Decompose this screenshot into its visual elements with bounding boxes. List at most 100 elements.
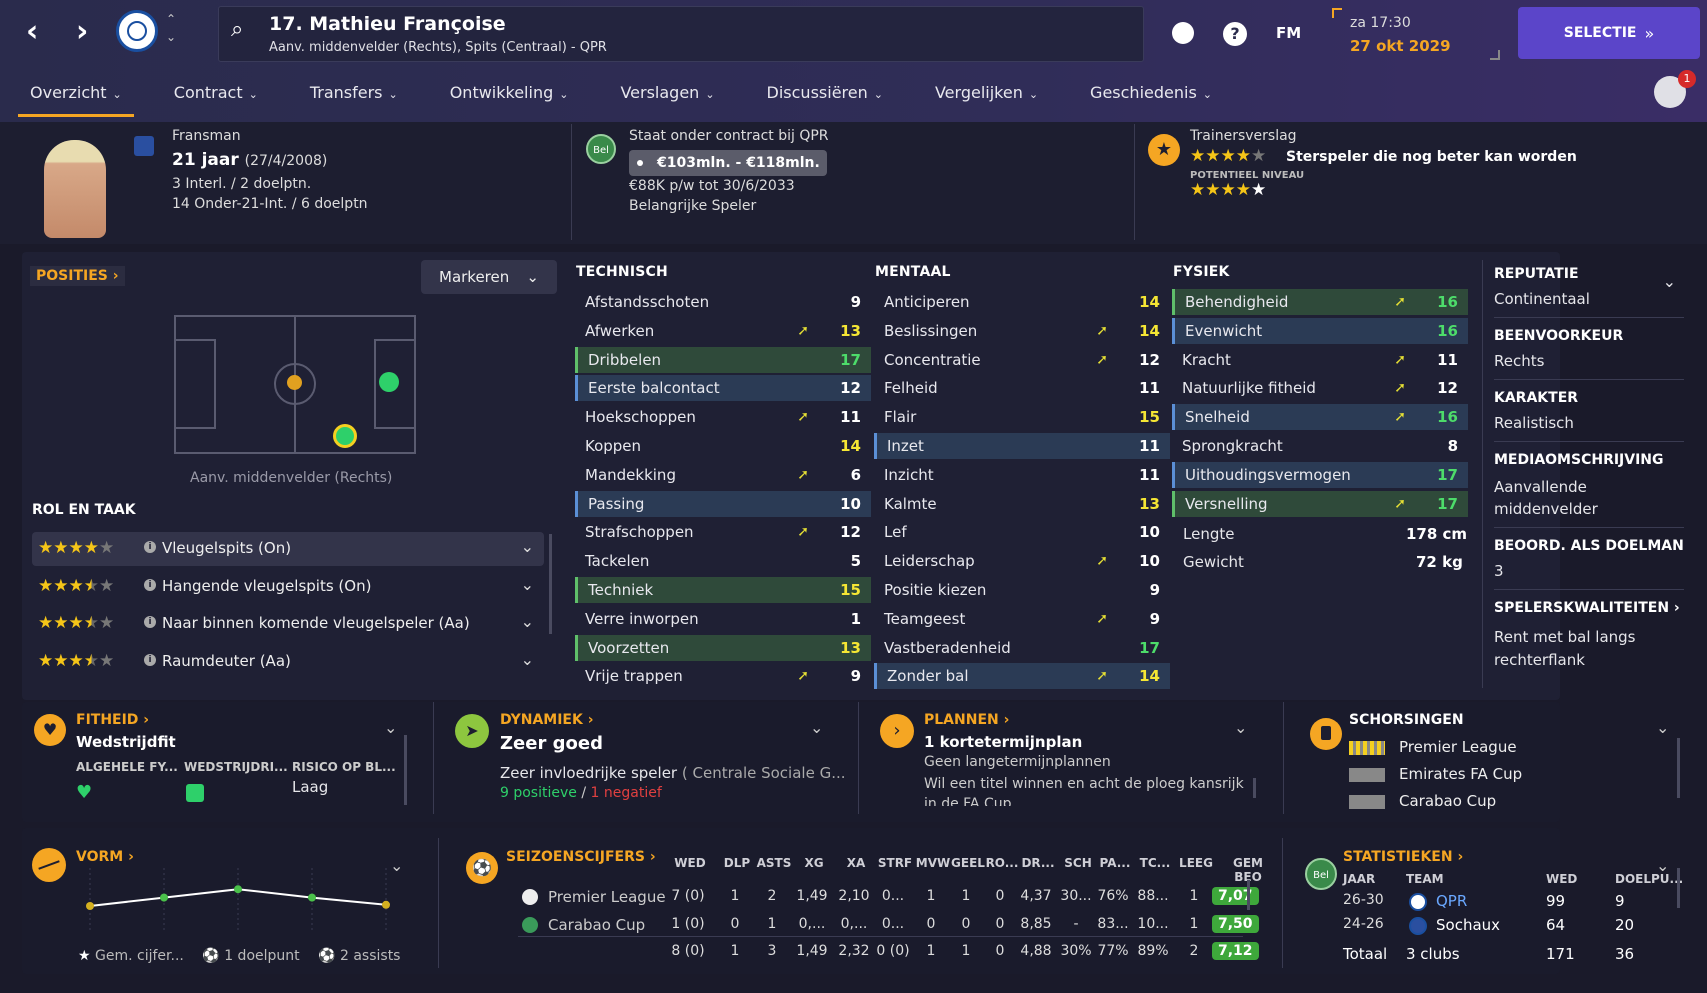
career-team[interactable]: QPR (1436, 892, 1467, 910)
globe-icon[interactable] (1172, 22, 1194, 44)
form-header[interactable]: VORM › (76, 849, 134, 865)
tab-geschiedenis[interactable]: Geschiedenis ⌄ (1078, 80, 1224, 117)
scrollbar[interactable] (1677, 738, 1680, 798)
potential-ability-stars: ★★★★★ (1190, 180, 1267, 200)
selection-label: SELECTIE (1563, 25, 1637, 41)
role-row[interactable]: ★★★★★ i Hangende vleugelspits (On) ⌄ (32, 570, 544, 604)
chevron-down-icon[interactable]: ⌄ (521, 612, 534, 631)
attribute-value: 12 (840, 523, 861, 542)
season-header[interactable]: SEIZOENSCIJFERS › (506, 849, 656, 865)
role-name: Naar binnen komende vleugelspeler (Aa) (162, 614, 470, 632)
fm-logo[interactable]: FM (1276, 24, 1301, 42)
tab-contract[interactable]: Contract ⌄ (162, 80, 270, 117)
forward-icon[interactable]: › (76, 14, 88, 49)
form-point[interactable] (86, 902, 94, 910)
attribute-value: 9 (850, 667, 861, 686)
star-icon: ★ (78, 948, 91, 964)
season-total-cell: 8 (0) (671, 943, 705, 959)
info-icon[interactable]: i (144, 541, 156, 553)
pitch-diagram (174, 315, 416, 454)
position-dot-amr[interactable] (333, 424, 357, 448)
role-row[interactable]: ★★★★★ i Vleugelspits (On) ⌄ (32, 532, 544, 566)
tab-discussieren[interactable]: Discussiëren ⌄ (755, 80, 895, 117)
attribute-name: Versnelling (1185, 494, 1268, 513)
condition-heart-icon: ♥ (76, 782, 93, 803)
plans-header[interactable]: PLANNEN › (924, 712, 1009, 728)
info-icon[interactable]: i (144, 653, 156, 666)
chevron-down-icon: ⌄ (1202, 88, 1212, 101)
info-icon[interactable]: i (144, 578, 156, 591)
tab-transfers[interactable]: Transfers ⌄ (298, 80, 410, 117)
trend-up-icon: ➚ (1394, 495, 1406, 512)
position-dot-am[interactable] (287, 375, 302, 390)
chevron-down-icon: ⌄ (1028, 88, 1039, 101)
position-dot-st[interactable] (379, 372, 399, 392)
form-point[interactable] (308, 893, 316, 902)
season-col-header: MVW (915, 856, 951, 870)
role-row[interactable]: ★★★★★ i Naar binnen komende vleugelspeler … (32, 607, 544, 641)
selection-button[interactable]: SELECTIE » (1518, 7, 1700, 59)
attribute-value: 15 (1139, 408, 1160, 427)
career-team[interactable]: Sochaux (1436, 916, 1500, 934)
info-icon[interactable]: i (144, 616, 156, 628)
notification-badge: 1 (1678, 70, 1696, 88)
tab-vergelijken[interactable]: Vergelijken ⌄ (923, 80, 1050, 117)
scrollbar[interactable] (404, 735, 407, 805)
season-col-header: XG (804, 856, 824, 870)
stats-badge: Bel (1305, 858, 1337, 890)
chevron-down-icon[interactable]: ⌄ (384, 718, 397, 737)
total-rating-pill: 7,12 (1212, 942, 1259, 960)
chevron-down-icon[interactable]: ⌄ (521, 650, 534, 669)
tab-bar: Overzicht ⌄ Contract ⌄ Transfers ⌄ Ontwikke… (18, 80, 1252, 117)
fitness-header[interactable]: FITHEID › (76, 712, 149, 728)
tab-verslagen[interactable]: Verslagen ⌄ (608, 80, 726, 117)
role-row[interactable]: ★★★★★ i Raumdeuter (Aa) ⌄ (32, 645, 544, 679)
scrollbar[interactable] (1247, 880, 1250, 910)
scrollbar[interactable] (549, 534, 552, 634)
contract-status: Staat onder contract bij QPR (629, 128, 829, 144)
search-icon[interactable]: ⌕ (231, 17, 243, 42)
weight-label: Gewicht (1183, 553, 1244, 571)
form-point[interactable] (234, 885, 242, 894)
attribute-name: Uithoudingsvermogen (1185, 465, 1351, 484)
chevron-down-icon[interactable]: ⌄ (521, 537, 534, 556)
attribute-name: Tackelen (585, 552, 650, 571)
back-icon[interactable]: ‹ (26, 14, 38, 49)
attribute-name: Mandekking (585, 465, 676, 484)
attribute-name: Positie kiezen (884, 581, 987, 599)
tab-ontwikkeling[interactable]: Ontwikkeling ⌄ (438, 80, 581, 117)
form-point[interactable] (382, 900, 390, 909)
trend-up-icon: ➚ (797, 409, 809, 426)
chevron-down-icon: ⌄ (559, 88, 569, 101)
help-icon[interactable]: ? (1223, 22, 1247, 46)
season-cell: 1,49 (796, 888, 828, 904)
chevron-down-icon[interactable]: ⌄ (1663, 272, 1676, 291)
season-total-cell: 3 (767, 943, 777, 959)
stats-header[interactable]: STATISTIEKEN › (1343, 849, 1463, 865)
game-date: 27 okt 2029 (1350, 37, 1451, 55)
dynamics-header[interactable]: DYNAMIEK › (500, 712, 594, 728)
traits-header[interactable]: SPELERSKWALITEITEN › (1494, 600, 1680, 616)
scrollbar[interactable] (1677, 868, 1680, 908)
chevron-down-icon[interactable]: ⌄ (521, 575, 534, 594)
chevron-down-icon[interactable]: ⌄ (1656, 718, 1669, 737)
chevron-down-icon[interactable]: ⌄ (1234, 718, 1247, 737)
club-crest-icon[interactable] (116, 10, 158, 52)
positions-header[interactable]: POSITIES › (30, 266, 125, 286)
season-total-cell: 4,88 (1020, 943, 1052, 959)
tab-overzicht[interactable]: Overzicht ⌄ (18, 80, 134, 117)
mark-dropdown[interactable]: Markeren ⌄ (421, 260, 557, 294)
form-point[interactable] (160, 893, 168, 902)
attribute-row: Leiderschap ➚ 10 (874, 548, 1170, 574)
player-header-box[interactable]: ⌕ 17. Mathieu Françoise Aanv. middenveld… (218, 6, 1144, 62)
attribute-name: Teamgeest (884, 609, 966, 628)
divider (1482, 260, 1483, 688)
attribute-name: Sprongkracht (1182, 437, 1283, 455)
chevron-down-icon[interactable]: ⌄ (810, 718, 823, 737)
chevron-up-icon[interactable]: ⌃ (166, 12, 176, 26)
attribute-row: Inzicht 11 (874, 462, 1170, 488)
scrollbar[interactable] (1253, 778, 1256, 798)
chevron-down-icon[interactable]: ⌄ (166, 30, 176, 44)
chevron-down-icon: ⌄ (112, 88, 122, 101)
form-icon (32, 848, 66, 882)
